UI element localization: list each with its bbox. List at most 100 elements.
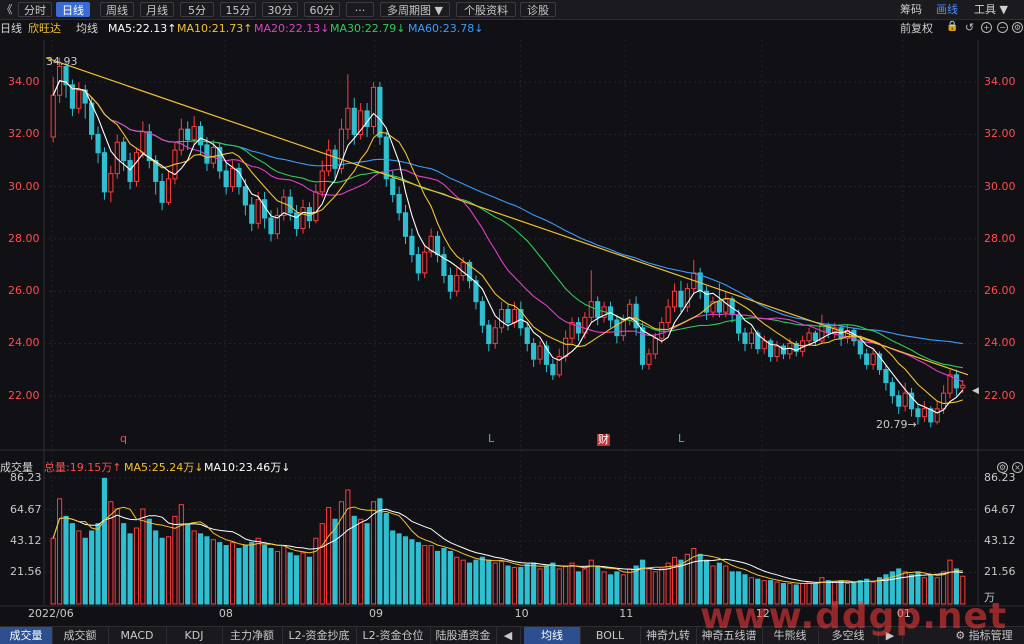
volume-bar (434, 550, 441, 605)
volume-settings-icon[interactable]: ⚙ (997, 462, 1008, 473)
tab-15fen[interactable]: 15分 (220, 2, 256, 17)
tab-kdj[interactable]: KDJ (166, 627, 223, 644)
volume-ma5: MA5:25.24万↓ (124, 461, 204, 474)
candle-body (934, 408, 940, 423)
draw-line-button[interactable]: 画线 (936, 2, 958, 17)
stock-info-button[interactable]: 个股资料 (456, 2, 516, 17)
chips-button[interactable]: 筹码 (900, 2, 922, 17)
volume-bar (691, 547, 697, 605)
candle-body (229, 167, 236, 188)
tab-l2-fund-position[interactable]: L2-资金仓位 (356, 627, 431, 644)
candle-body (422, 251, 428, 274)
tab-turnover[interactable]: 成交额 (52, 627, 109, 644)
tab-yuexian[interactable]: 月线 (140, 2, 174, 17)
volume-bar (306, 556, 313, 605)
multi-period-dropdown[interactable]: 多周期图 ▼ (380, 2, 450, 17)
zoom-in-icon[interactable]: + (981, 22, 992, 33)
watermark: www.ddgp.net (700, 596, 1008, 637)
tab-l2-fund-bottom[interactable]: L2-资金抄底 (282, 627, 357, 644)
candle-body (627, 303, 633, 321)
tab-scroll-left-icon[interactable]: ◀ (496, 627, 521, 644)
candle-body (768, 340, 774, 358)
candle-body (556, 356, 562, 376)
volume-bar (57, 498, 63, 605)
tab-5fen[interactable]: 5分 (180, 2, 214, 17)
tab-fenshi[interactable]: 分时 (18, 2, 52, 17)
volume-bar (159, 537, 165, 605)
candle-body (857, 340, 863, 355)
volume-bar (345, 489, 351, 605)
price-tick-left: 30.00 (8, 179, 40, 193)
undo-icon[interactable]: ↺ (964, 22, 975, 33)
tab-hk-connect[interactable]: 陆股通资金 (430, 627, 497, 644)
diagnose-button[interactable]: 诊股 (520, 2, 556, 17)
candle-body (543, 345, 550, 365)
volume-bar (121, 523, 127, 605)
marker-q[interactable]: q (120, 433, 127, 445)
price-tick-right: 28.00 (984, 231, 1016, 245)
kline-chart[interactable] (0, 0, 1024, 643)
trend-line (45, 57, 969, 376)
candle-body (165, 178, 172, 203)
volume-bar (204, 536, 210, 605)
volume-bar (127, 533, 133, 605)
volume-bar (326, 507, 332, 605)
marker-l-1[interactable]: L (488, 433, 494, 445)
tab-ma[interactable]: 均线 (524, 627, 581, 644)
candle-body (492, 327, 498, 344)
candle-body (812, 332, 819, 342)
volume-bar (620, 574, 626, 605)
tab-shenqi-jiuzhuan[interactable]: 神奇九转 (640, 627, 697, 644)
candle-body (825, 324, 831, 334)
tab-zhouxian[interactable]: 周线 (100, 2, 134, 17)
marker-l-2[interactable]: L (678, 433, 684, 445)
candle-body (569, 322, 575, 339)
tab-main-flow[interactable]: 主力净额 (222, 627, 283, 644)
volume-bar (511, 566, 517, 605)
volume-tick-left: 64.67 (10, 502, 42, 516)
tab-60fen[interactable]: 60分 (304, 2, 340, 17)
volume-bar (537, 568, 543, 605)
more-tabs-button[interactable]: ··· (346, 2, 374, 17)
candle-body (563, 337, 569, 358)
low-price-label: 20.79→ (876, 418, 917, 431)
tools-dropdown[interactable]: 工具 ▼ (974, 2, 1008, 17)
back-button[interactable]: 《 (0, 2, 14, 17)
candle-body (876, 353, 883, 371)
tab-rixian[interactable]: 日线 (56, 2, 90, 17)
lock-icon[interactable]: 🔒 (946, 22, 958, 33)
tab-macd[interactable]: MACD (108, 627, 167, 644)
volume-close-icon[interactable]: × (1012, 462, 1023, 473)
candle-body (377, 86, 383, 138)
candle-body (146, 131, 152, 162)
candle-body (896, 395, 902, 407)
tab-30fen[interactable]: 30分 (262, 2, 298, 17)
volume-bar (441, 547, 447, 605)
candle-body (748, 332, 754, 344)
candle-body (460, 261, 466, 277)
candle-body (249, 204, 255, 224)
tab-volume[interactable]: 成交量 (0, 627, 53, 644)
candle-body (511, 308, 517, 324)
candle-body (204, 144, 210, 164)
candle-body (370, 86, 377, 128)
candle-body (953, 374, 959, 389)
volume-bar (319, 523, 325, 605)
candle-body (761, 340, 767, 350)
candle-body (409, 235, 415, 256)
period-label: 日线 (0, 22, 22, 35)
volume-bar (108, 501, 114, 605)
ma-mode-toggle[interactable]: 均线 (76, 21, 98, 37)
tab-boll[interactable]: BOLL (580, 627, 641, 644)
volume-bar (50, 537, 56, 605)
marker-finance[interactable]: 财 (597, 434, 610, 446)
candle-body (889, 382, 895, 397)
zoom-out-icon[interactable]: − (997, 22, 1008, 33)
adjust-dropdown[interactable]: 前复权 (900, 21, 933, 37)
price-tick-right: 24.00 (984, 336, 1016, 350)
date-tick: 11 (619, 607, 634, 620)
ma60-line (52, 80, 963, 345)
candle-body (524, 327, 530, 344)
settings-icon[interactable]: ⚙ (1012, 22, 1023, 33)
candle-body (153, 160, 159, 182)
